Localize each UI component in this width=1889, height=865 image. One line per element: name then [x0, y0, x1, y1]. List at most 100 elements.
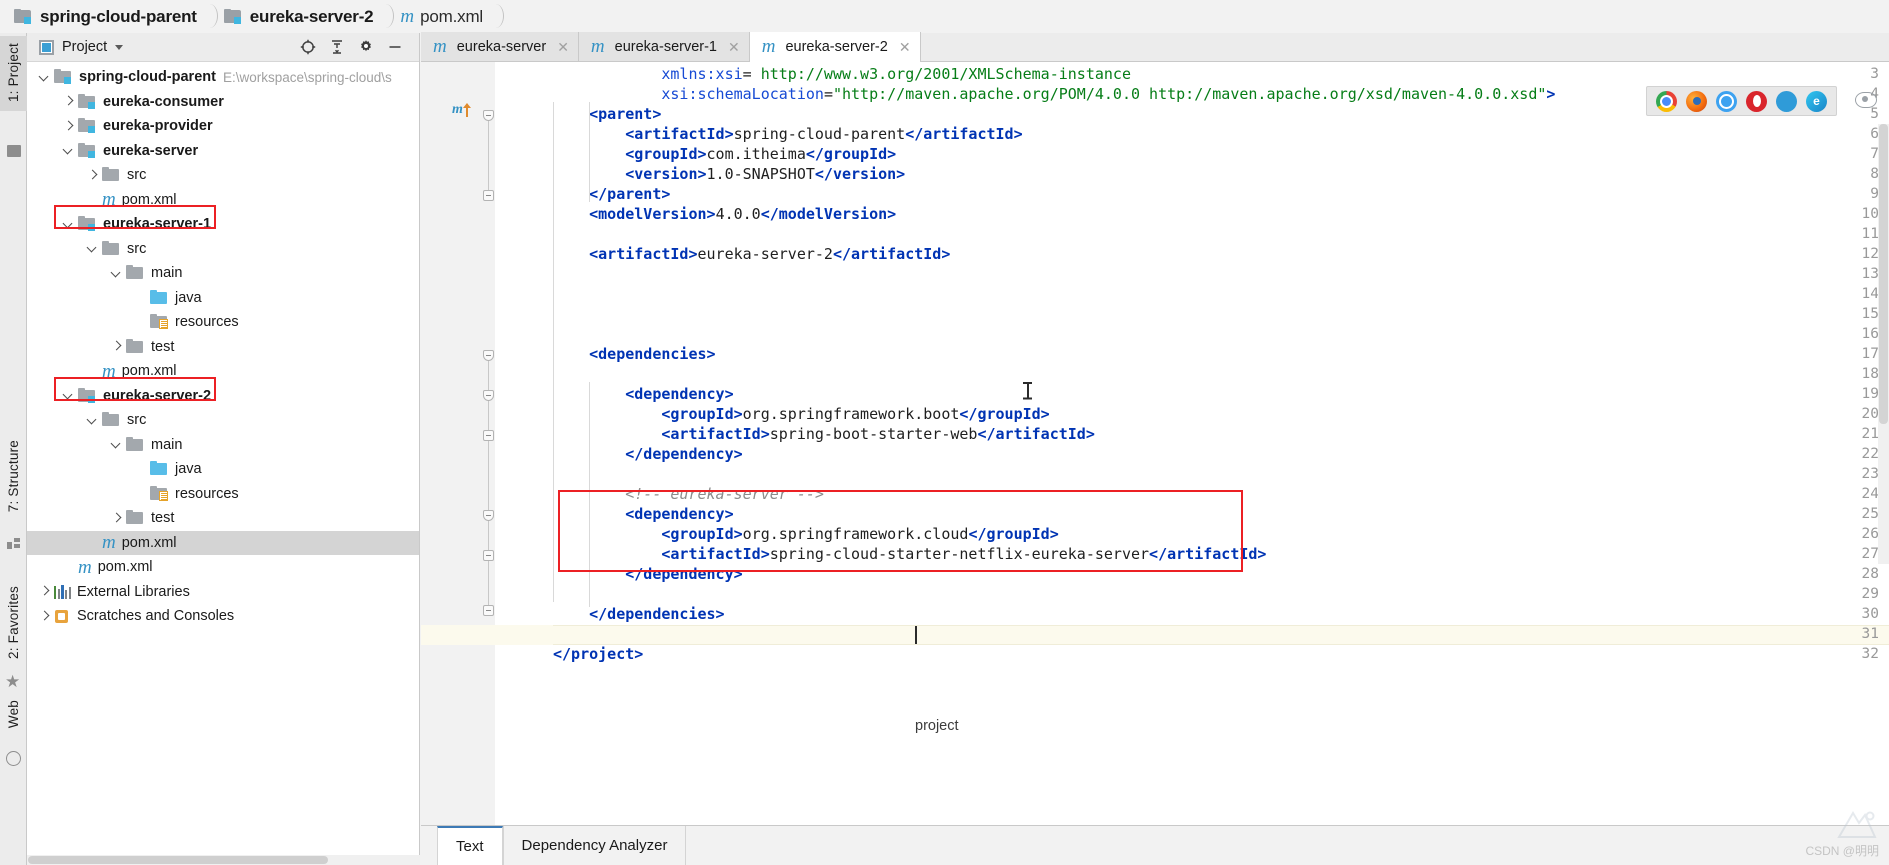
tree-item-eureka-server-pom[interactable]: m pom.xml: [27, 188, 419, 213]
sidebar-tab-project[interactable]: 1: Project: [0, 36, 27, 112]
tree-item-es1-java[interactable]: java: [27, 286, 419, 311]
editor-structure-breadcrumb[interactable]: project: [915, 718, 959, 734]
chevron-right-icon[interactable]: [61, 94, 76, 109]
chevron-down-icon[interactable]: [109, 437, 124, 452]
chevron-down-icon[interactable]: [61, 217, 76, 232]
editor-tab-eureka-server[interactable]: m eureka-server ✕: [421, 32, 579, 61]
tree-item-es2-java[interactable]: java: [27, 457, 419, 482]
chevron-down-icon[interactable]: [61, 388, 76, 403]
tree-item-es2-src[interactable]: src: [27, 408, 419, 433]
tree-item-es1-pom[interactable]: m pom.xml: [27, 359, 419, 384]
project-horizontal-scrollbar[interactable]: [27, 855, 420, 865]
code-line-30[interactable]: </dependencies>: [553, 604, 724, 624]
browser-launch-tray[interactable]: e: [1646, 86, 1837, 116]
safari-icon[interactable]: [1716, 90, 1737, 112]
fold-marker-line-19[interactable]: [483, 390, 494, 401]
sidebar-tab-web[interactable]: Web: [0, 693, 27, 737]
tree-item-spring-cloud-parent[interactable]: spring-cloud-parent E:\workspace\spring-c…: [27, 65, 419, 90]
code-line-9[interactable]: </parent>: [553, 184, 670, 204]
editor-tab-eureka-server-2[interactable]: m eureka-server-2 ✕: [749, 32, 921, 62]
preview-eye-icon[interactable]: [1855, 92, 1877, 108]
editor-body[interactable]: 3 4 5 6 7 8 9 10 11 12 13 14 15 16 17 18 19 20 21 22 23 24 25 2…: [421, 62, 1889, 865]
hide-minus-icon[interactable]: [387, 39, 403, 55]
tree-item-root-pom[interactable]: m pom.xml: [27, 555, 419, 580]
tree-item-external-libraries[interactable]: External Libraries: [27, 580, 419, 605]
chevron-down-icon[interactable]: [85, 241, 100, 256]
tree-item-es2-resources[interactable]: resources: [27, 482, 419, 507]
tree-item-scratches-and-consoles[interactable]: Scratches and Consoles: [27, 604, 419, 629]
tree-item-eureka-server[interactable]: eureka-server: [27, 139, 419, 164]
code-line-22[interactable]: </dependency>: [553, 444, 742, 464]
chevron-down-icon[interactable]: [109, 266, 124, 281]
close-icon[interactable]: ✕: [557, 40, 569, 54]
breadcrumb-item-file[interactable]: m pom.xml: [400, 0, 483, 33]
tab-text[interactable]: Text: [437, 825, 503, 865]
firefox-icon[interactable]: [1686, 90, 1707, 112]
chevron-down-icon[interactable]: [37, 70, 52, 85]
code-line-4[interactable]: xsi:schemaLocation="http://maven.apache.…: [553, 84, 1555, 104]
tree-item-es2-main[interactable]: main: [27, 433, 419, 458]
chevron-right-icon[interactable]: [37, 584, 52, 599]
chevron-right-icon[interactable]: [37, 609, 52, 624]
code-content[interactable]: xmlns:xsi= http://www.w3.org/2001/XMLSch…: [553, 62, 1889, 865]
chevron-right-icon[interactable]: [85, 168, 100, 183]
breadcrumb-item-project[interactable]: spring-cloud-parent: [14, 0, 197, 33]
code-line-3[interactable]: xmlns:xsi= http://www.w3.org/2001/XMLSch…: [553, 64, 1131, 84]
tree-item-eureka-consumer[interactable]: eureka-consumer: [27, 90, 419, 115]
tree-item-es1-resources[interactable]: resources: [27, 310, 419, 335]
code-line-28[interactable]: </dependency>: [553, 564, 742, 584]
chevron-right-icon[interactable]: [109, 339, 124, 354]
tree-item-eureka-server-1[interactable]: eureka-server-1: [27, 212, 419, 237]
fold-marker-line-30[interactable]: [483, 605, 494, 616]
breadcrumb-item-module[interactable]: eureka-server-2: [223, 0, 374, 33]
chevron-down-icon[interactable]: [85, 413, 100, 428]
code-line-19[interactable]: <dependency>: [553, 384, 733, 404]
settings-gear-icon[interactable]: [358, 39, 374, 55]
code-line-32[interactable]: </project>: [553, 644, 643, 664]
fold-marker-line-28[interactable]: [483, 550, 494, 561]
chevron-down-icon[interactable]: [61, 143, 76, 158]
opera-icon[interactable]: [1746, 90, 1767, 112]
edge-icon[interactable]: e: [1806, 90, 1827, 112]
code-line-8[interactable]: <version>1.0-SNAPSHOT</version>: [553, 164, 905, 184]
fold-marker-line-5[interactable]: [483, 110, 494, 121]
code-line-5[interactable]: <parent>: [553, 104, 661, 124]
tree-item-eureka-provider[interactable]: eureka-provider: [27, 114, 419, 139]
sidebar-tab-favorites[interactable]: 2: Favorites: [0, 579, 27, 668]
chevron-right-icon[interactable]: [109, 511, 124, 526]
fold-marker-line-22[interactable]: [483, 430, 494, 441]
tree-item-eureka-server-src[interactable]: src: [27, 163, 419, 188]
maven-gutter-m-icon[interactable]: m: [452, 102, 463, 118]
tree-item-es2-test[interactable]: test: [27, 506, 419, 531]
tree-item-eureka-server-2[interactable]: eureka-server-2: [27, 384, 419, 409]
tree-item-es1-main[interactable]: main: [27, 261, 419, 286]
editor-gutter[interactable]: [421, 62, 495, 865]
code-line-26[interactable]: <groupId>org.springframework.cloud</grou…: [553, 524, 1058, 544]
code-line-27[interactable]: <artifactId>spring-cloud-starter-netflix…: [553, 544, 1266, 564]
locate-icon[interactable]: [300, 39, 316, 55]
code-line-10[interactable]: <modelVersion>4.0.0</modelVersion>: [553, 204, 896, 224]
code-line-20[interactable]: <groupId>org.springframework.boot</group…: [553, 404, 1049, 424]
editor-tab-eureka-server-1[interactable]: m eureka-server-1 ✕: [578, 32, 750, 61]
ie-icon[interactable]: [1776, 90, 1797, 112]
close-icon[interactable]: ✕: [899, 40, 911, 54]
code-line-25[interactable]: <dependency>: [553, 504, 733, 524]
code-line-21[interactable]: <artifactId>spring-boot-starter-web</art…: [553, 424, 1095, 444]
code-line-24[interactable]: <!-- eureka-server -->: [553, 484, 824, 504]
close-icon[interactable]: ✕: [728, 40, 740, 54]
code-line-12[interactable]: <artifactId>eureka-server-2</artifactId>: [553, 244, 950, 264]
code-line-7[interactable]: <groupId>com.itheima</groupId>: [553, 144, 896, 164]
editor-vertical-scrollbar[interactable]: [1878, 124, 1889, 564]
tree-item-es2-pom[interactable]: m pom.xml: [27, 530, 419, 555]
chrome-icon[interactable]: [1656, 90, 1677, 112]
fold-marker-line-9[interactable]: [483, 190, 494, 201]
code-line-6[interactable]: <artifactId>spring-cloud-parent</artifac…: [553, 124, 1022, 144]
collapse-all-icon[interactable]: [329, 39, 345, 55]
chevron-down-icon[interactable]: [115, 44, 124, 50]
code-line-17[interactable]: <dependencies>: [553, 344, 715, 364]
tab-dependency-analyzer[interactable]: Dependency Analyzer: [502, 826, 687, 865]
tree-item-es1-test[interactable]: test: [27, 335, 419, 360]
sidebar-tab-structure[interactable]: 7: Structure: [0, 433, 27, 521]
fold-marker-line-17[interactable]: [483, 350, 494, 361]
chevron-right-icon[interactable]: [61, 119, 76, 134]
